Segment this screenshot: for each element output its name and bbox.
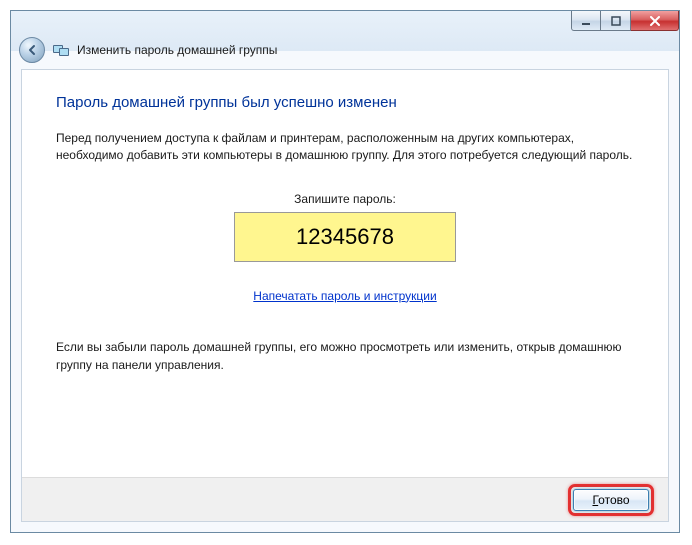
- arrow-left-icon: [25, 43, 39, 57]
- content-area: Пароль домашней группы был успешно измен…: [22, 70, 668, 477]
- maximize-button[interactable]: [601, 11, 631, 31]
- print-link-row: Напечатать пароль и инструкции: [56, 288, 634, 305]
- wizard-window: Изменить пароль домашней группы Пароль д…: [10, 10, 680, 533]
- caption-controls: [571, 11, 679, 31]
- minimize-button[interactable]: [571, 11, 601, 31]
- homegroup-icon: [53, 42, 69, 58]
- close-button[interactable]: [631, 11, 679, 31]
- header-title: Изменить пароль домашней группы: [77, 43, 277, 57]
- dialog-shadow: Изменить пароль домашней группы Пароль д…: [0, 0, 692, 545]
- nav-row: Изменить пароль домашней группы: [11, 33, 679, 67]
- footer-text: Если вы забыли пароль домашней группы, е…: [56, 339, 634, 374]
- done-label: отово: [598, 493, 629, 507]
- body-panel: Пароль домашней группы был успешно измен…: [21, 69, 669, 522]
- password-label: Запишите пароль:: [56, 191, 634, 208]
- intro-text: Перед получением доступа к файлам и прин…: [56, 130, 634, 165]
- password-display: 12345678: [234, 212, 456, 262]
- done-highlight: Готово: [568, 484, 654, 516]
- titlebar: [11, 11, 679, 33]
- page-heading: Пароль домашней группы был успешно измен…: [56, 92, 634, 114]
- back-button[interactable]: [19, 37, 45, 63]
- done-button[interactable]: Готово: [573, 489, 649, 511]
- print-password-link[interactable]: Напечатать пароль и инструкции: [253, 289, 436, 303]
- bottom-bar: Готово: [22, 477, 668, 521]
